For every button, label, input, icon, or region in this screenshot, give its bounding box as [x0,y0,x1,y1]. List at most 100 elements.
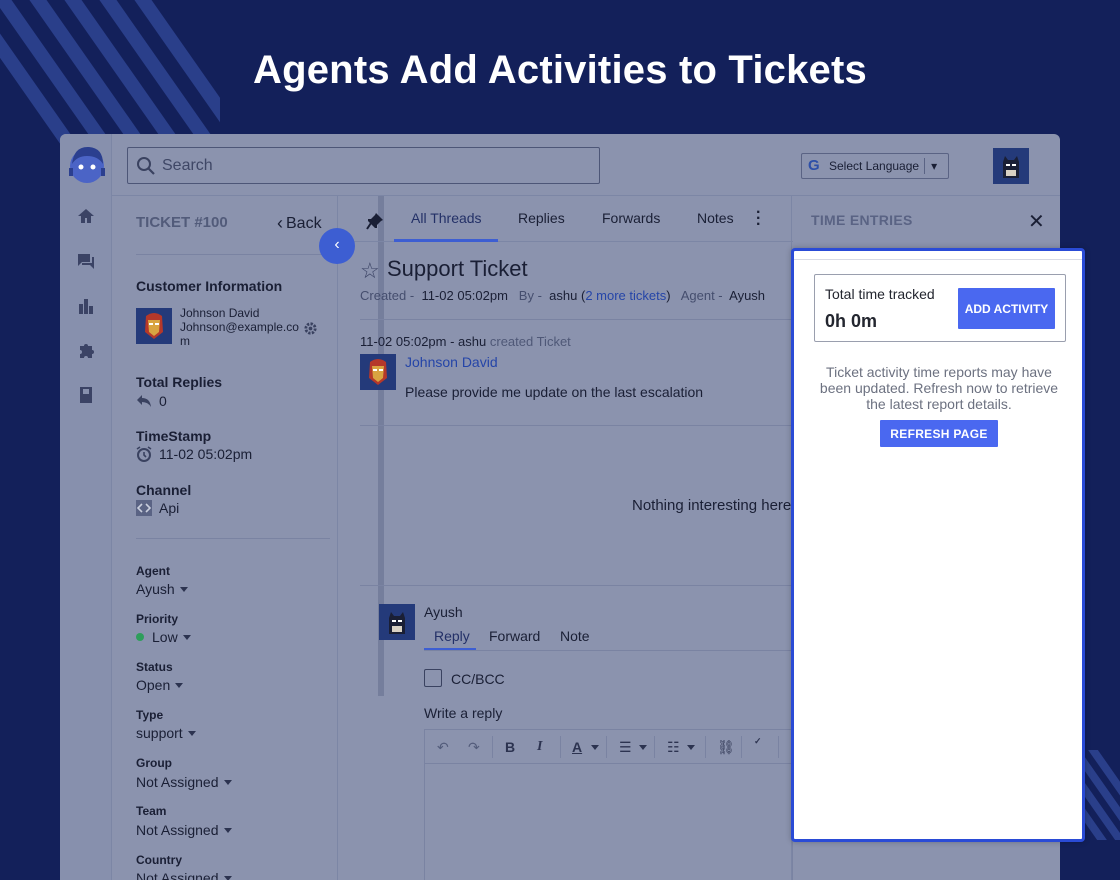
field-label-priority: Priority [136,612,179,626]
note-tab[interactable]: Note [560,628,590,644]
close-icon[interactable]: ✕ [1028,209,1045,234]
by-label: By - [518,288,542,303]
reply-editor[interactable]: ↶ ↷ B I A ☰ ☷ ⛓ ✓ [424,729,794,880]
api-code-icon [136,500,152,516]
country-value: Not Assigned [136,870,219,880]
page-headline: Agents Add Activities to Tickets [253,48,867,92]
language-divider [924,158,926,174]
thread-author-link[interactable]: Johnson David [405,354,498,370]
apps-puzzle-icon[interactable] [76,341,96,361]
caret-down-icon [179,586,188,592]
time-tracked-value: 0h 0m [825,311,878,331]
language-selector[interactable]: G Select Language ▾ [801,153,949,179]
field-label-agent: Agent [136,564,170,578]
alarm-clock-icon [136,446,152,462]
caret-down-icon [182,634,191,640]
timestamp-heading: TimeStamp [136,428,212,444]
tab-forwards[interactable]: Forwards [602,210,660,226]
more-tickets-link[interactable]: 2 more tickets [585,288,666,303]
numbered-list-icon[interactable]: ☷ [667,739,680,756]
group-dropdown[interactable]: Not Assigned [136,774,232,790]
toolbar-divider [778,736,779,758]
status-dropdown[interactable]: Open [136,677,184,693]
caret-down-icon[interactable] [687,745,695,750]
divider [360,319,793,320]
agent-label: Agent - [680,288,723,303]
agent-value: Ayush [729,288,766,303]
caret-down-icon [223,827,232,833]
gear-icon[interactable] [303,321,318,336]
toolbar-divider [741,736,742,758]
agent-avatar[interactable] [379,604,415,640]
agent-dropdown[interactable]: Ayush [136,581,188,597]
country-dropdown[interactable]: Not Assigned [136,870,232,880]
priority-value: Low [152,629,178,645]
time-entries-panel: Total time tracked 0h 0m ADD ACTIVITY Ti… [791,248,1085,842]
toolbar-divider [654,736,655,758]
field-label-type: Type [136,708,164,722]
total-replies-value: 0 [159,393,167,409]
italic-icon[interactable]: I [537,739,542,755]
thread-action: created Ticket [489,334,571,349]
caret-down-icon[interactable] [591,745,599,750]
total-replies: 0 [136,393,167,409]
priority-dropdown[interactable]: Low [136,629,191,645]
toolbar-divider [705,736,706,758]
bullet-list-icon[interactable]: ☰ [619,739,632,756]
language-label: Select Language [829,159,920,173]
customer-avatar[interactable] [136,308,172,344]
knowledgebase-icon[interactable] [76,385,96,405]
reports-icon[interactable] [76,296,96,316]
thread-meta: 11-02 05:02pm - ashu created Ticket [360,334,571,349]
back-button[interactable]: ‹ Back [277,213,322,234]
undo-icon[interactable]: ↶ [437,739,449,756]
channel-heading: Channel [136,482,192,498]
tab-notes[interactable]: Notes [697,210,734,226]
spellcheck-icon[interactable]: ✓ [754,736,762,747]
text-color-icon[interactable]: A [572,739,582,755]
team-dropdown[interactable]: Not Assigned [136,822,232,838]
thread-message: Please provide me update on the last esc… [405,384,704,400]
home-icon[interactable] [76,206,96,226]
collapse-sidebar-button[interactable]: ‹ [319,228,355,264]
search-icon [137,157,155,175]
add-activity-button[interactable]: ADD ACTIVITY [958,288,1055,329]
forward-tab[interactable]: Forward [489,628,540,644]
chat-icon[interactable] [76,251,96,271]
pin-icon[interactable] [366,212,384,230]
caret-down-icon [223,875,232,880]
type-dropdown[interactable]: support [136,725,196,741]
agent-value: Ayush [136,581,175,597]
by-value: ashu [549,288,578,303]
google-icon: G [808,157,820,174]
toolbar-divider [560,736,561,758]
ticket-number: TICKET #100 [136,214,228,231]
search-input[interactable] [162,152,582,180]
refresh-page-button[interactable]: REFRESH PAGE [880,420,998,447]
time-tracked-label: Total time tracked [825,286,935,302]
cc-bcc-checkbox[interactable] [424,669,442,687]
empty-state-text: Nothing interesting here [632,497,792,514]
bold-icon[interactable]: B [505,739,515,755]
chevron-left-icon: ‹ [334,236,340,253]
toolbar-divider [492,736,493,758]
divider [360,425,793,426]
cc-bcc-label: CC/BCC [451,671,505,687]
field-label-team: Team [136,804,167,818]
redo-icon[interactable]: ↷ [468,739,480,756]
tab-all-threads[interactable]: All Threads [411,210,482,226]
brand-logo-icon[interactable] [65,142,109,186]
star-icon[interactable]: ☆ [360,258,380,284]
reply-agent-name: Ayush [424,604,463,620]
time-entries-title: TIME ENTRIES [811,212,913,228]
type-value: support [136,725,183,741]
customer-avatar[interactable] [360,354,396,390]
customer-details: Johnson David Johnson@example.com [180,306,300,348]
user-avatar[interactable] [993,148,1029,184]
tab-replies[interactable]: Replies [518,210,565,226]
timestamp-value: 11-02 05:02pm [159,446,253,462]
caret-down-icon[interactable] [639,745,647,750]
more-options-icon[interactable]: · · · [756,205,761,233]
reply-tab[interactable]: Reply [434,628,470,644]
link-icon[interactable]: ⛓ [717,739,735,756]
